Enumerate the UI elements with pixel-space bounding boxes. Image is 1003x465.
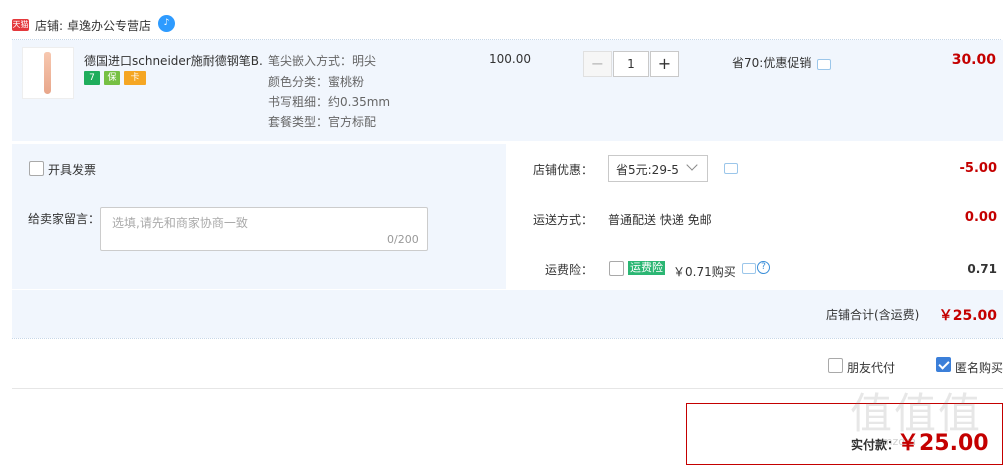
- attr-width: 书写粗细：约0.35mm: [268, 95, 391, 109]
- unit-price: 100.00: [489, 52, 531, 66]
- shop-name-link[interactable]: 卓逸办公专营店: [67, 17, 151, 34]
- shop-discount-value: 省5元:29-5: [616, 163, 679, 177]
- product-title-link[interactable]: 德国进口schneider施耐德钢笔B...: [84, 52, 264, 69]
- shop-total-amount: ￥25.00: [938, 308, 997, 324]
- invoice-checkbox[interactable]: [29, 161, 44, 176]
- shop-label: 店铺:: [35, 19, 64, 33]
- insurance-label: 运费险：: [545, 263, 594, 277]
- attr-package: 套餐类型：官方标配: [268, 115, 377, 129]
- shop-discount-label: 店铺优惠：: [533, 163, 594, 177]
- quantity-input[interactable]: 1: [613, 51, 649, 77]
- insurance-price: ￥0.71购买: [673, 265, 736, 279]
- insurance-tag: 运费险: [628, 261, 665, 275]
- wangwang-chat-icon[interactable]: ♪: [158, 15, 175, 32]
- attr-color: 颜色分类：蜜桃粉: [268, 75, 365, 89]
- quantity-plus-button[interactable]: +: [650, 51, 679, 77]
- shipping-amount: 0.00: [964, 210, 997, 225]
- promotion-label: 省70:优惠促销: [732, 56, 812, 70]
- credit-card-icon[interactable]: 卡: [124, 71, 146, 85]
- invoice-label: 开具发票: [48, 163, 97, 177]
- message-icon[interactable]: [742, 263, 756, 274]
- product-thumbnail[interactable]: [22, 47, 74, 99]
- friend-pay-checkbox[interactable]: [828, 358, 843, 373]
- seven-day-return-icon[interactable]: 7: [84, 71, 100, 85]
- help-icon[interactable]: ?: [757, 261, 770, 274]
- seller-message-label: 给卖家留言：: [28, 212, 101, 226]
- seller-message-placeholder: 选填,请先和商家协商一致: [112, 216, 248, 230]
- friend-pay-label: 朋友代付: [847, 361, 896, 375]
- insurance-checkbox[interactable]: [609, 261, 624, 276]
- insurance-amount: 0.71: [967, 262, 997, 276]
- attr-nib: 笔尖嵌入方式：明尖: [268, 54, 377, 68]
- divider: [12, 338, 1003, 339]
- shipping-method: 普通配送 快递 免邮: [608, 213, 712, 227]
- shop-discount-amount: -5.00: [959, 161, 997, 176]
- actual-payment-label: 实付款：: [851, 438, 900, 452]
- guarantee-icon[interactable]: 保: [104, 71, 120, 85]
- anonymous-checkbox[interactable]: [936, 357, 951, 372]
- message-icon[interactable]: [724, 163, 738, 174]
- shipping-label: 运送方式：: [533, 213, 594, 227]
- message-icon[interactable]: [817, 59, 831, 70]
- actual-payment-amount: ￥25.00: [897, 431, 989, 456]
- item-subtotal: 30.00: [951, 52, 996, 68]
- tmall-badge: 天猫: [12, 19, 29, 31]
- shop-total-label: 店铺合计(含运费): [826, 308, 920, 322]
- char-counter: 0/200: [387, 233, 419, 246]
- anonymous-label: 匿名购买: [955, 361, 1003, 375]
- quantity-minus-button[interactable]: −: [583, 51, 612, 77]
